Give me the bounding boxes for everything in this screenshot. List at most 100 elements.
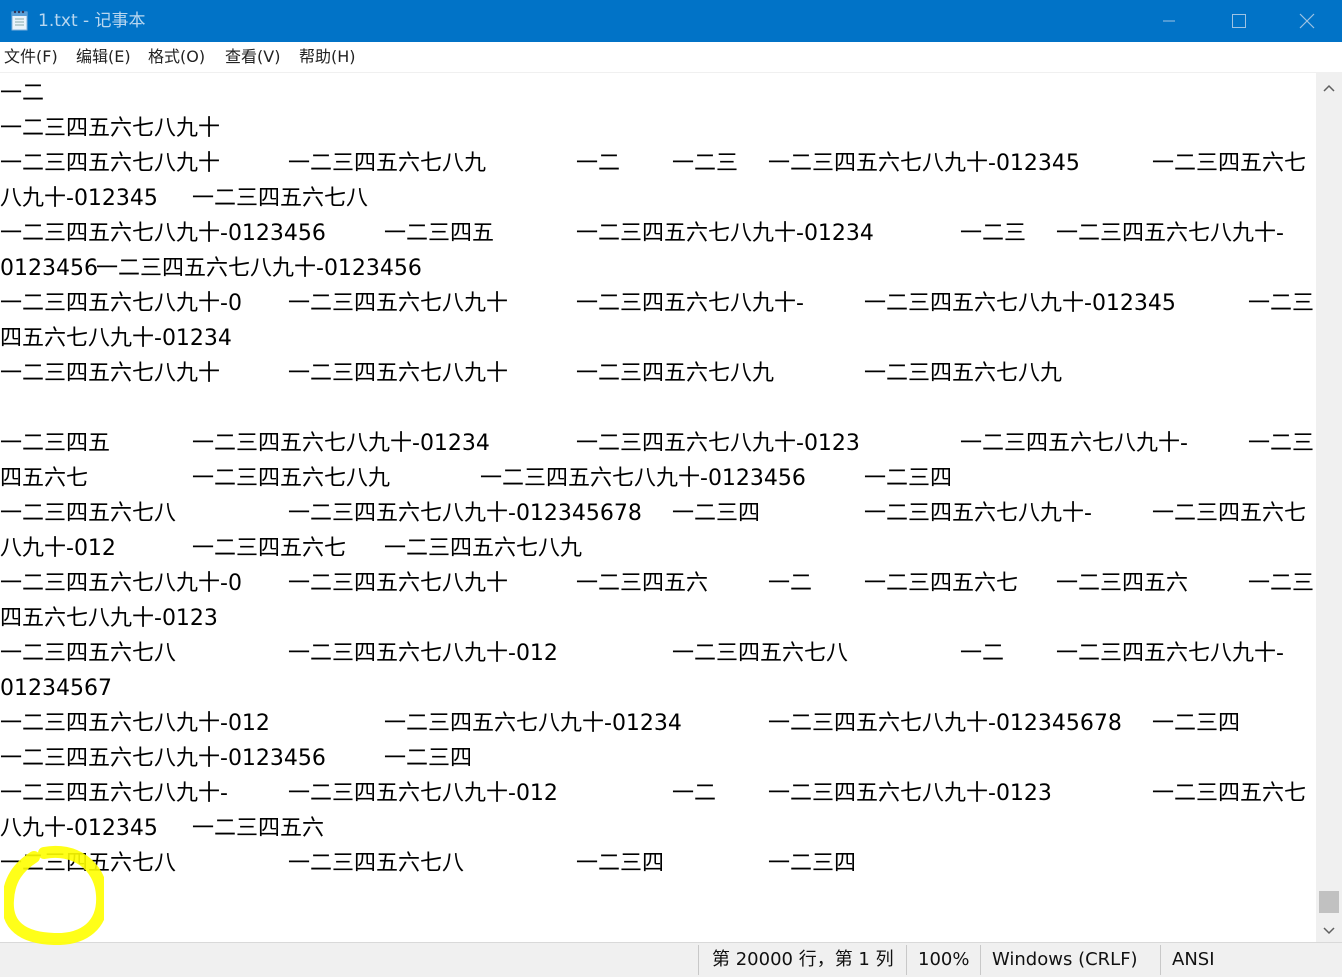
text-segment: 一二三四 — [576, 851, 665, 876]
text-editor[interactable]: 一二 一二三四五六七八九十 一二三四五六七八九十 一二三四五六七八九 一二 一二三 一二三四… — [0, 73, 1316, 942]
minimize-icon — [1163, 15, 1175, 27]
text-segment: 一二三四五六七八九十- — [960, 431, 1188, 456]
text-line: 四五六七 一二三四五六七八九 一二三四五六七八九十-0123456 一二三四 — [0, 461, 1316, 496]
text-segment: 一二三四 — [384, 746, 473, 771]
maximize-button[interactable] — [1204, 0, 1274, 42]
text-segment: 一二三四五六 — [192, 816, 325, 841]
text-segment: 一二三四五六七八九十-012345678 — [768, 711, 1122, 736]
text-segment: 一二三四五六七八九十- — [0, 781, 228, 806]
text-segment: 四五六七 — [0, 466, 89, 491]
text-segment: 一二三 — [960, 221, 1027, 246]
text-line: 一二三四五六七八九十 — [0, 111, 1316, 146]
text-segment: 一二三四五六七八九十-012 — [0, 711, 270, 736]
text-segment: 一二三四五六 — [576, 571, 709, 596]
text-segment: 一二三四五六七八九十- — [1056, 641, 1284, 666]
text-segment: 一二 — [960, 641, 1005, 666]
text-line: 一二三四五六七八九十 一二三四五六七八九 一二 一二三 一二三四五六七八九十-01234… — [0, 146, 1316, 181]
text-segment: 一二三四五六七八九十-0123 — [576, 431, 860, 456]
zoom-level: 100% — [918, 949, 970, 970]
text-segment: 一二三四五六七八九十-01234 — [384, 711, 682, 736]
text-line: 一二三四五 一二三四五六七八九十-01234 一二三四五六七八九十-0123 一二三四… — [0, 426, 1316, 461]
text-segment: 一二三四五六七八九 — [864, 361, 1063, 386]
menu-view[interactable]: 查看(V) — [225, 42, 280, 72]
text-segment: 一二三四五六七八九十-0 — [0, 291, 242, 316]
text-line: 一二三四五六七八九十- 一二三四五六七八九十-012 一二 一二三四五六七八九十-01… — [0, 776, 1316, 811]
menu-file[interactable]: 文件(F) — [4, 42, 58, 72]
text-segment: 一二三四五六七 — [1152, 151, 1307, 176]
text-segment: 一二三四五六七八九十- — [576, 291, 804, 316]
text-segment: 一二三四五六七八九十-01234 — [576, 221, 874, 246]
scroll-up-button[interactable] — [1316, 73, 1342, 99]
minimize-button[interactable] — [1134, 0, 1204, 42]
text-segment: 一二三四五六七 — [192, 536, 347, 561]
line-ending: Windows (CRLF) — [992, 949, 1138, 970]
text-segment: 一二三四五六七八九十 — [288, 291, 509, 316]
text-segment: 一二三 — [1248, 291, 1315, 316]
menu-format[interactable]: 格式(O) — [148, 42, 205, 72]
scroll-down-button[interactable] — [1316, 916, 1342, 942]
text-segment: 一二三四五六七八九十- — [1056, 221, 1284, 246]
text-segment: 一二三四五六七八九十 — [0, 361, 221, 386]
text-segment: 一二三四五六七八九十-0123456 — [96, 256, 422, 281]
text-segment: 一二三四五六七八九 — [288, 151, 487, 176]
menu-help[interactable]: 帮助(H) — [299, 42, 356, 72]
text-segment: 八九十-012345 — [0, 816, 158, 841]
status-divider — [980, 945, 981, 975]
text-line: 一二三四五六七八 一二三四五六七八 一二三四 一二三四 — [0, 846, 1316, 881]
text-segment: 一二三四五六七八九十-0123456 — [480, 466, 806, 491]
text-line: 八九十-012 一二三四五六七 一二三四五六七八九 — [0, 531, 1316, 566]
text-segment: 一二三四五六七八九十-012 — [288, 641, 558, 666]
vertical-scrollbar[interactable] — [1316, 73, 1342, 942]
text-segment: 一二三四五六七八九十-012345 — [768, 151, 1080, 176]
text-segment: 一二三四五六七八 — [0, 851, 177, 876]
status-bar: 第 20000 行，第 1 列 100% Windows (CRLF) ANSI — [0, 942, 1342, 977]
cursor-position: 第 20000 行，第 1 列 — [712, 949, 894, 970]
text-line: 八九十-012345 一二三四五六 — [0, 811, 1316, 846]
text-segment: 一二三四五六七八九十-012 — [288, 781, 558, 806]
text-segment: 一二 — [768, 571, 813, 596]
text-segment: 一二三四 — [672, 501, 761, 526]
text-segment: 一二 — [576, 151, 621, 176]
text-segment: 一二三四五六七八九十-0 — [0, 571, 242, 596]
text-segment: 01234567 — [0, 676, 112, 701]
text-segment: 一二三四五六七八九十 — [0, 151, 221, 176]
text-segment: 一二三四五六七 — [1152, 781, 1307, 806]
text-segment: 一二三四五六七八九 — [384, 536, 583, 561]
text-line: 四五六七八九十-0123 — [0, 601, 1316, 636]
text-segment: 八九十-012345 — [0, 186, 158, 211]
maximize-icon — [1232, 14, 1246, 28]
menu-edit[interactable]: 编辑(E) — [76, 42, 131, 72]
text-segment: 一二三四五 — [0, 431, 111, 456]
text-segment: 一二三四五六七八九十 — [288, 361, 509, 386]
window-title: 1.txt - 记事本 — [38, 11, 146, 31]
text-segment: 一二三四五六七八九 — [576, 361, 775, 386]
text-segment: 一二三四五六七八九十-012345678 — [288, 501, 642, 526]
text-segment: 一二三四五六 — [1056, 571, 1189, 596]
text-segment: 0123456 — [0, 256, 98, 281]
text-segment: 一二三四五六七八 — [0, 501, 177, 526]
title-bar[interactable]: 1.txt - 记事本 — [0, 0, 1342, 42]
text-segment: 一二三四五六七 — [1152, 501, 1307, 526]
text-segment: 四五六七八九十-01234 — [0, 326, 232, 351]
text-line: 一二三四五六七八九十-0123456 一二三四五 一二三四五六七八九十-01234 一… — [0, 216, 1316, 251]
text-segment: 一二三四五六七八 — [0, 641, 177, 666]
text-segment: 一二三四五六七八 — [192, 186, 369, 211]
text-segment: 一二三 — [1248, 571, 1315, 596]
text-line: 四五六七八九十-01234 — [0, 321, 1316, 356]
text-segment: 一二三四 — [1152, 711, 1241, 736]
text-segment: 一二三 — [1248, 431, 1315, 456]
text-line: 一二三四五六七八九十-012 一二三四五六七八九十-01234 一二三四五六七八九十… — [0, 706, 1316, 741]
close-button[interactable] — [1272, 0, 1342, 42]
status-divider — [698, 945, 699, 975]
text-segment: 一二三四五六七八 — [288, 851, 465, 876]
text-line: 0123456 一二三四五六七八九十-0123456 — [0, 251, 1316, 286]
text-line: 一二三四五六七八九十-0 一二三四五六七八九十 一二三四五六七八九十- 一二三四五六七… — [0, 286, 1316, 321]
encoding: ANSI — [1172, 949, 1215, 970]
text-segment: 一二三四五六七八九 — [192, 466, 391, 491]
chevron-up-icon — [1323, 77, 1335, 96]
text-segment: 一二三四 — [768, 851, 857, 876]
text-line: 一二 — [0, 76, 1316, 111]
text-line: 一二三四五六七八九十-0123456 一二三四 — [0, 741, 1316, 776]
text-line: 八九十-012345 一二三四五六七八 — [0, 181, 1316, 216]
scroll-thumb[interactable] — [1319, 891, 1339, 913]
